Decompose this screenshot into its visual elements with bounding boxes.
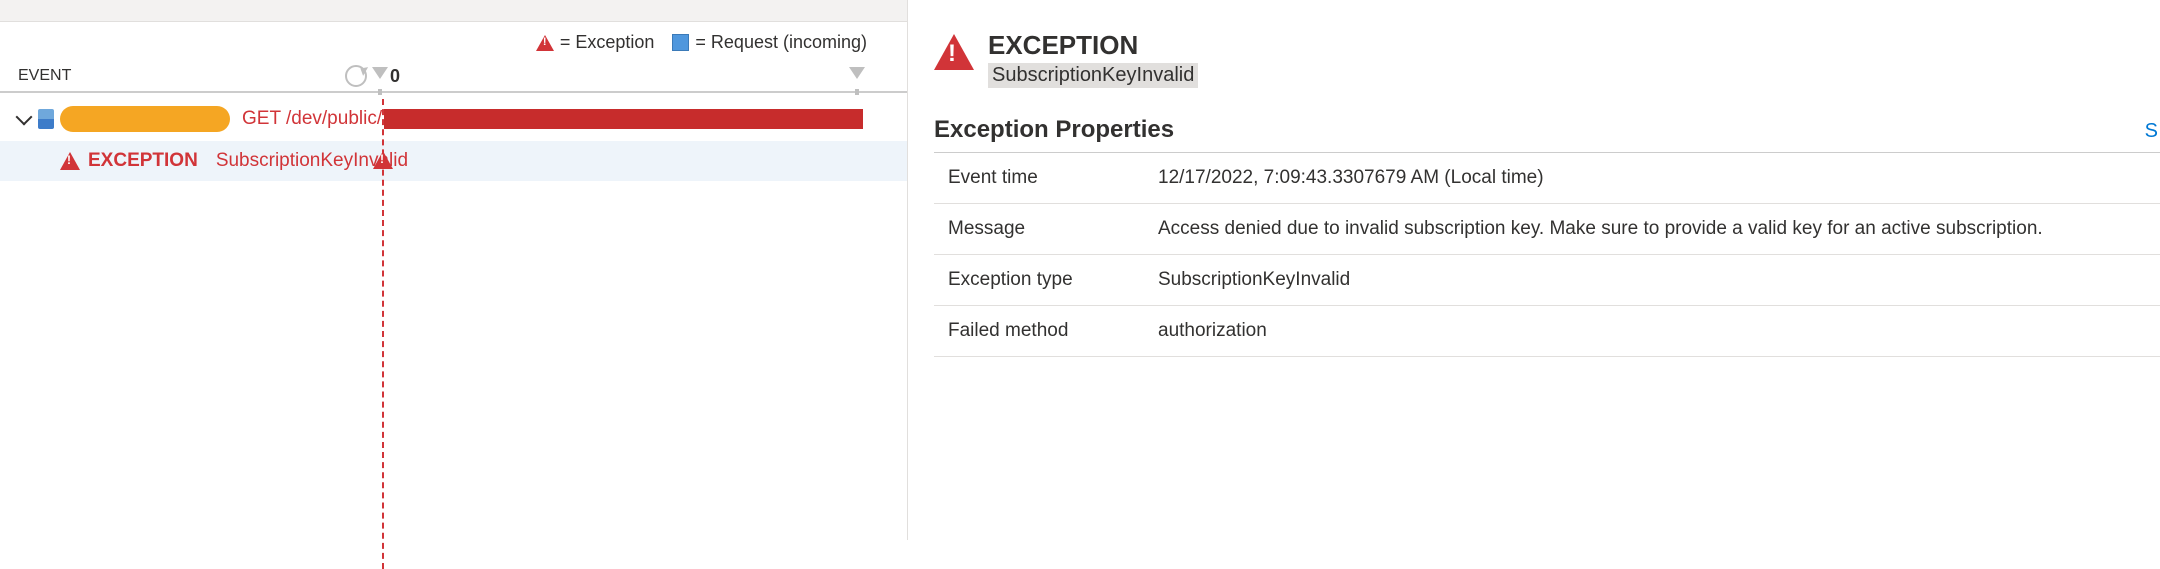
timeline-body: GET /dev/public/ EXCEPTION SubscriptionK… (0, 99, 907, 181)
request-row[interactable]: GET /dev/public/ (0, 99, 907, 139)
properties-table: Event time 12/17/2022, 7:09:43.3307679 A… (934, 152, 2160, 357)
property-row: Event time 12/17/2022, 7:09:43.3307679 A… (934, 153, 2160, 204)
server-icon (38, 109, 54, 129)
property-value: SubscriptionKeyInvalid (1158, 269, 2156, 291)
properties-heading: Exception Properties S (934, 116, 2160, 144)
property-row: Exception type SubscriptionKeyInvalid (934, 255, 2160, 306)
filter-right-icon[interactable] (849, 67, 865, 79)
legend-exception: = Exception (536, 32, 655, 53)
property-key: Failed method (948, 320, 1158, 342)
detail-link[interactable]: S (2145, 120, 2160, 143)
exception-large-icon (934, 34, 974, 70)
toolbar-strip (0, 0, 907, 22)
detail-title: EXCEPTION (988, 30, 1198, 61)
request-path: GET /dev/public/ (242, 108, 382, 130)
property-key: Exception type (948, 269, 1158, 291)
legend-request-label: = Request (incoming) (695, 32, 867, 53)
chevron-down-icon[interactable] (16, 109, 33, 126)
legend: = Exception = Request (incoming) (0, 22, 907, 61)
time-zero-label: 0 (390, 66, 400, 87)
legend-exception-label: = Exception (560, 32, 655, 53)
event-column-header: EVENT (18, 67, 344, 85)
exception-marker-icon (373, 151, 393, 169)
property-row: Message Access denied due to invalid sub… (934, 204, 2160, 255)
request-duration-bar (384, 109, 863, 129)
detail-header: EXCEPTION SubscriptionKeyInvalid (934, 30, 2160, 88)
property-value: Access denied due to invalid subscriptio… (1158, 218, 2156, 240)
property-value: 12/17/2022, 7:09:43.3307679 AM (Local ti… (1158, 167, 2156, 189)
legend-request: = Request (incoming) (672, 32, 867, 53)
time-marker-line (382, 99, 384, 569)
property-key: Event time (948, 167, 1158, 189)
exception-icon (60, 152, 80, 170)
exception-row-label: EXCEPTION (88, 150, 198, 172)
exception-triangle-icon (536, 35, 554, 51)
timeline-header: EVENT 0 (0, 61, 907, 93)
property-value: authorization (1158, 320, 2156, 342)
properties-heading-text: Exception Properties (934, 116, 1174, 144)
property-row: Failed method authorization (934, 306, 2160, 357)
property-key: Message (948, 218, 1158, 240)
request-square-icon (672, 34, 689, 51)
detail-panel: EXCEPTION SubscriptionKeyInvalid Excepti… (908, 0, 2160, 540)
exception-row[interactable]: EXCEPTION SubscriptionKeyInvalid (0, 141, 907, 181)
detail-subtitle: SubscriptionKeyInvalid (988, 63, 1198, 88)
timeline-panel: = Exception = Request (incoming) EVENT 0… (0, 0, 908, 540)
filter-left-icon[interactable] (372, 67, 388, 79)
redacted-host (60, 106, 230, 132)
reset-icon[interactable] (345, 65, 367, 87)
